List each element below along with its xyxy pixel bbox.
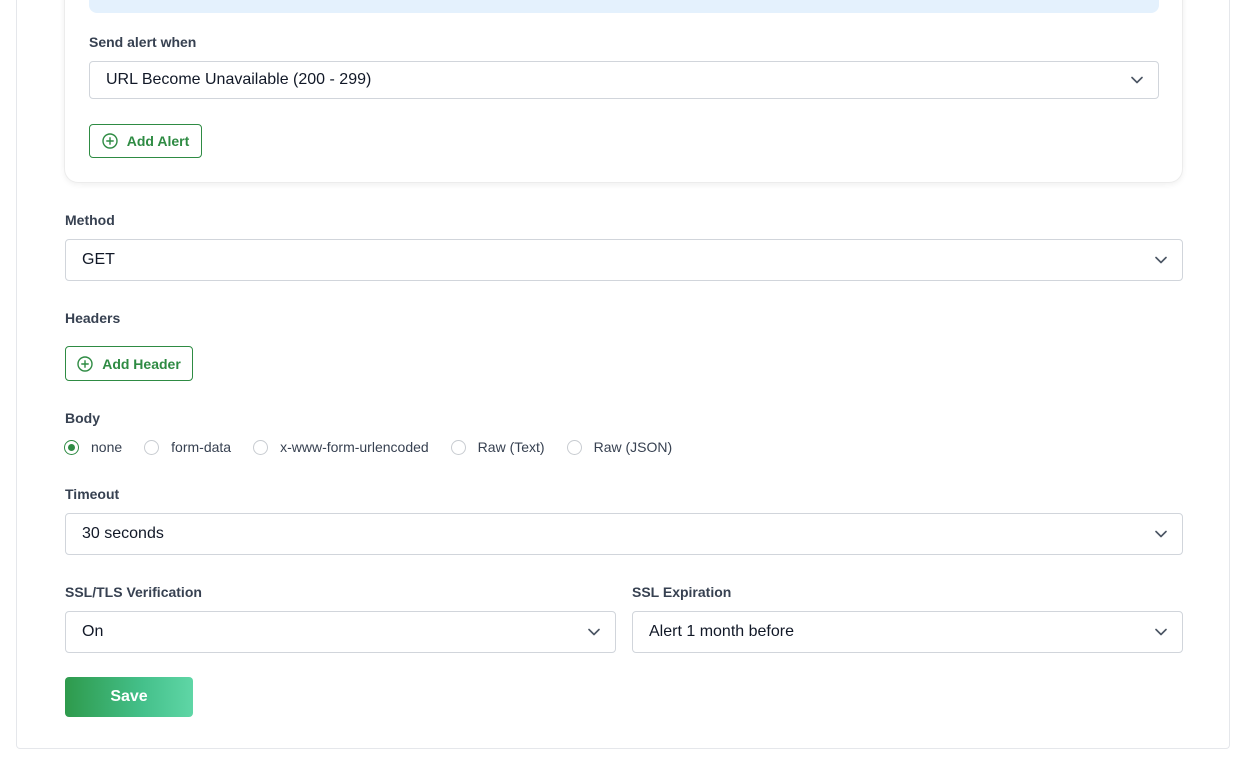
body-option-raw-text[interactable]: Raw (Text) — [450, 439, 545, 455]
ssl-verification-value: On — [82, 623, 104, 640]
body-option-label: Raw (Text) — [477, 439, 545, 455]
save-button[interactable]: Save — [65, 677, 193, 717]
timeout-value: 30 seconds — [82, 525, 164, 542]
chevron-down-icon — [1130, 73, 1144, 87]
add-alert-label: Add Alert — [126, 133, 190, 149]
body-option-label: Raw (JSON) — [593, 439, 673, 455]
ssl-expiration-select[interactable]: Alert 1 month before — [632, 611, 1183, 653]
chevron-down-icon — [1154, 253, 1168, 267]
chevron-down-icon — [1154, 527, 1168, 541]
body-option-label: none — [91, 439, 123, 455]
body-label: Body — [65, 410, 100, 426]
body-option-label: form-data — [171, 439, 232, 455]
timeout-label: Timeout — [65, 486, 120, 502]
ssl-expiration-label: SSL Expiration — [632, 584, 732, 600]
body-option-urlencoded[interactable]: x-www-form-urlencoded — [253, 439, 429, 455]
plus-circle-icon — [102, 133, 118, 149]
send-alert-value: URL Become Unavailable (200 - 299) — [106, 71, 372, 88]
add-header-label: Add Header — [102, 355, 181, 372]
plus-circle-icon — [77, 355, 93, 372]
chevron-down-icon — [1154, 625, 1168, 639]
send-alert-select[interactable]: URL Become Unavailable (200 - 299) — [89, 61, 1159, 99]
body-type-radio-group: none form-data x-www-form-urlencoded Raw… — [64, 437, 687, 457]
method-value: GET — [82, 251, 115, 268]
chevron-down-icon — [587, 625, 601, 639]
headers-label: Headers — [65, 310, 121, 326]
ssl-verification-select[interactable]: On — [65, 611, 616, 653]
ssl-verification-label: SSL/TLS Verification — [65, 584, 202, 600]
method-label: Method — [65, 212, 115, 228]
body-option-raw-json[interactable]: Raw (JSON) — [566, 439, 673, 455]
body-option-label: x-www-form-urlencoded — [280, 439, 429, 455]
method-select[interactable]: GET — [65, 239, 1183, 281]
timeout-select[interactable]: 30 seconds — [65, 513, 1183, 555]
body-option-none[interactable]: none — [64, 439, 122, 455]
add-alert-button[interactable]: Add Alert — [89, 124, 202, 158]
send-alert-label: Send alert when — [89, 34, 197, 50]
body-option-form-data[interactable]: form-data — [144, 439, 231, 455]
radio-button[interactable] — [566, 439, 582, 455]
radio-button[interactable] — [450, 439, 466, 455]
ssl-expiration-value: Alert 1 month before — [649, 623, 794, 640]
radio-button[interactable] — [253, 439, 269, 455]
radio-button[interactable] — [64, 439, 79, 455]
info-banner — [89, 0, 1159, 13]
add-header-button[interactable]: Add Header — [65, 346, 193, 381]
radio-button[interactable] — [144, 439, 160, 455]
